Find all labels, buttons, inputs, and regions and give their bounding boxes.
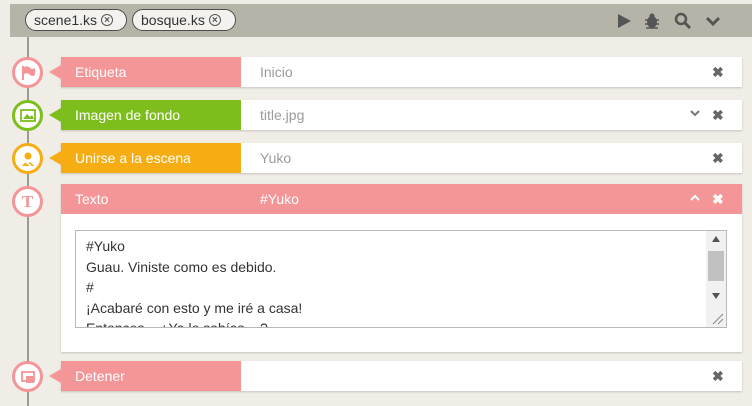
tab-label: scene1.ks [34,12,98,28]
chevron-up-icon[interactable] [689,192,701,206]
scroll-thumb[interactable] [708,251,724,281]
text-line: #Yuko [86,238,125,254]
resize-grip-icon[interactable] [710,311,724,325]
tab-label: bosque.ks [141,12,205,28]
text-line: ¡Acabaré con esto y me iré a casa! [86,299,303,316]
timeline-line [27,37,29,406]
chevron-down-icon[interactable] [704,12,722,30]
text-line: # [86,279,94,295]
scroll-down-icon[interactable] [711,292,721,300]
row-value[interactable]: Yuko [260,143,291,173]
play-icon[interactable] [615,12,633,30]
tab-bosque[interactable]: bosque.ks × [132,9,236,31]
row-detener[interactable]: Detener ✖ [49,361,742,391]
text-line: Entonces... ¿Ya lo sabías... ? [86,320,268,328]
row-label: Texto [75,191,109,207]
text-line: Guau. Viniste como es debido. [86,258,277,275]
tab-bar: scene1.ks × bosque.ks × [10,4,752,37]
texto-card: Texto #Yuko ✖ #Yuko Guau. Viniste como e… [61,184,742,352]
image-node-icon [12,100,43,131]
chevron-down-icon[interactable] [689,107,701,121]
row-value[interactable]: title.jpg [260,100,304,130]
row-value[interactable]: Inicio [260,57,293,87]
close-icon[interactable]: ✖ [712,65,724,79]
row-value: #Yuko [260,191,299,207]
close-tab-icon[interactable]: × [101,14,114,26]
close-icon[interactable]: ✖ [712,192,724,206]
close-icon[interactable]: ✖ [712,369,724,383]
row-imagen-de-fondo[interactable]: Imagen de fondo title.jpg ✖ [49,100,742,130]
row-label: Imagen de fondo [49,100,241,130]
row-unirse-a-la-escena[interactable]: Unirse a la escena Yuko ✖ [49,143,742,173]
row-label: Etiqueta [49,57,241,87]
join-node-icon [12,143,43,174]
row-label: Detener [49,361,241,391]
text-node-icon: T [12,186,43,217]
flag-node-icon [12,57,43,88]
texto-header[interactable]: Texto #Yuko ✖ [61,184,742,214]
tab-scene1[interactable]: scene1.ks × [25,9,127,31]
text-editor[interactable]: #Yuko Guau. Viniste como es debido. # ¡A… [75,230,727,328]
close-icon[interactable]: ✖ [712,108,724,122]
row-label: Unirse a la escena [49,143,241,173]
search-icon[interactable] [674,12,692,30]
close-tab-icon[interactable]: × [208,14,221,26]
close-icon[interactable]: ✖ [712,151,724,165]
bug-icon[interactable] [643,12,661,30]
row-etiqueta[interactable]: Etiqueta Inicio ✖ [49,57,742,87]
stop-node-icon [12,361,43,392]
scroll-up-icon[interactable] [711,235,721,243]
scrollbar[interactable] [706,231,726,327]
